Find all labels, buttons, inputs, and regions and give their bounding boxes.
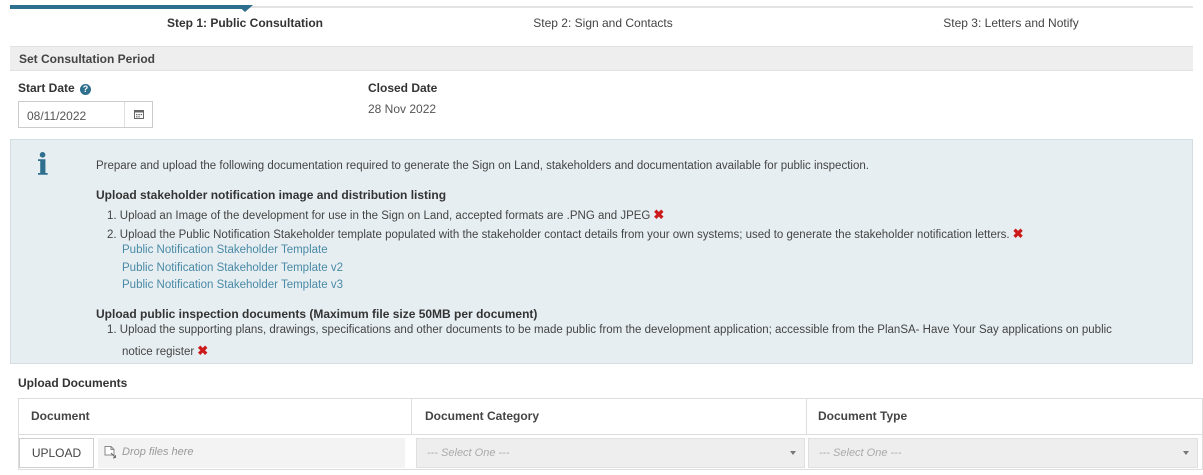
document-category-select[interactable]: --- Select One ---	[416, 438, 805, 468]
file-upload-icon	[104, 446, 116, 459]
template-link-v2[interactable]: Public Notification Stakeholder Template…	[122, 262, 343, 274]
wizard-stepper: Step 1: Public Consultation Step 2: Sign…	[0, 0, 1203, 36]
column-divider	[806, 399, 807, 435]
column-header-document: Document	[31, 409, 90, 423]
document-category-placeholder: --- Select One ---	[427, 447, 510, 459]
instruction-item-documents-cont-text: notice register	[122, 346, 195, 358]
start-date-field[interactable]: 08/11/2022	[18, 101, 153, 128]
instruction-item-template: 2. Upload the Public Notification Stakeh…	[107, 226, 1024, 242]
closed-date-label: Closed Date	[368, 81, 438, 95]
public-inspection-heading: Upload public inspection documents (Maxi…	[96, 307, 538, 321]
upload-documents-title: Upload Documents	[18, 376, 128, 390]
question-circle-icon[interactable]: ?	[80, 84, 92, 95]
instructions-intro: Prepare and upload the following documen…	[96, 160, 869, 172]
stakeholder-upload-heading: Upload stakeholder notification image an…	[96, 188, 447, 202]
column-divider	[411, 399, 412, 435]
drop-files-placeholder: Drop files here	[122, 446, 194, 458]
section-header-consultation-period: Set Consultation Period	[10, 46, 1193, 71]
calendar-icon[interactable]	[134, 109, 144, 119]
start-date-value[interactable]: 08/11/2022	[27, 109, 86, 123]
missing-x-icon: ✖	[197, 343, 209, 358]
document-type-placeholder: --- Select One ---	[819, 447, 902, 459]
template-link-v3[interactable]: Public Notification Stakeholder Template…	[122, 279, 343, 291]
document-type-select[interactable]: --- Select One ---	[808, 438, 1198, 468]
instruction-item-template-text: 2. Upload the Public Notification Stakeh…	[107, 229, 1010, 241]
instruction-item-image: 1. Upload an Image of the development fo…	[107, 207, 664, 223]
stepper-progress-bar	[10, 5, 245, 9]
missing-x-icon: ✖	[1012, 226, 1024, 241]
step-sign-and-contacts[interactable]: Step 2: Sign and Contacts	[533, 16, 672, 30]
instruction-item-image-text: 1. Upload an Image of the development fo…	[107, 210, 651, 222]
info-icon: i	[37, 148, 49, 183]
closed-date-value: 28 Nov 2022	[368, 102, 437, 116]
step-letters-and-notify[interactable]: Step 3: Letters and Notify	[943, 16, 1078, 30]
date-field-divider	[124, 102, 125, 127]
documents-table-row: UPLOAD Drop files here --- Select One --…	[18, 434, 1203, 470]
file-drop-zone[interactable]: Drop files here	[98, 438, 405, 468]
start-date-label-text: Start Date	[18, 81, 75, 95]
column-header-document-type: Document Type	[818, 409, 908, 423]
column-header-document-category: Document Category	[425, 409, 540, 423]
missing-x-icon: ✖	[653, 207, 665, 222]
template-link-v1[interactable]: Public Notification Stakeholder Template	[122, 244, 328, 256]
upload-button[interactable]: UPLOAD	[19, 438, 94, 468]
step-public-consultation[interactable]: Step 1: Public Consultation	[167, 16, 323, 30]
instructions-panel: i Prepare and upload the following docum…	[10, 139, 1193, 364]
chevron-down-icon	[790, 451, 796, 455]
instruction-item-documents-cont: notice register ✖	[122, 343, 208, 359]
start-date-label: Start Date ?	[18, 81, 92, 95]
documents-table-header: Document Document Category Document Type	[18, 398, 1203, 435]
instruction-item-documents: 1. Upload the supporting plans, drawings…	[107, 324, 1112, 336]
stepper-pointer-icon	[237, 5, 253, 12]
chevron-down-icon	[1183, 451, 1189, 455]
